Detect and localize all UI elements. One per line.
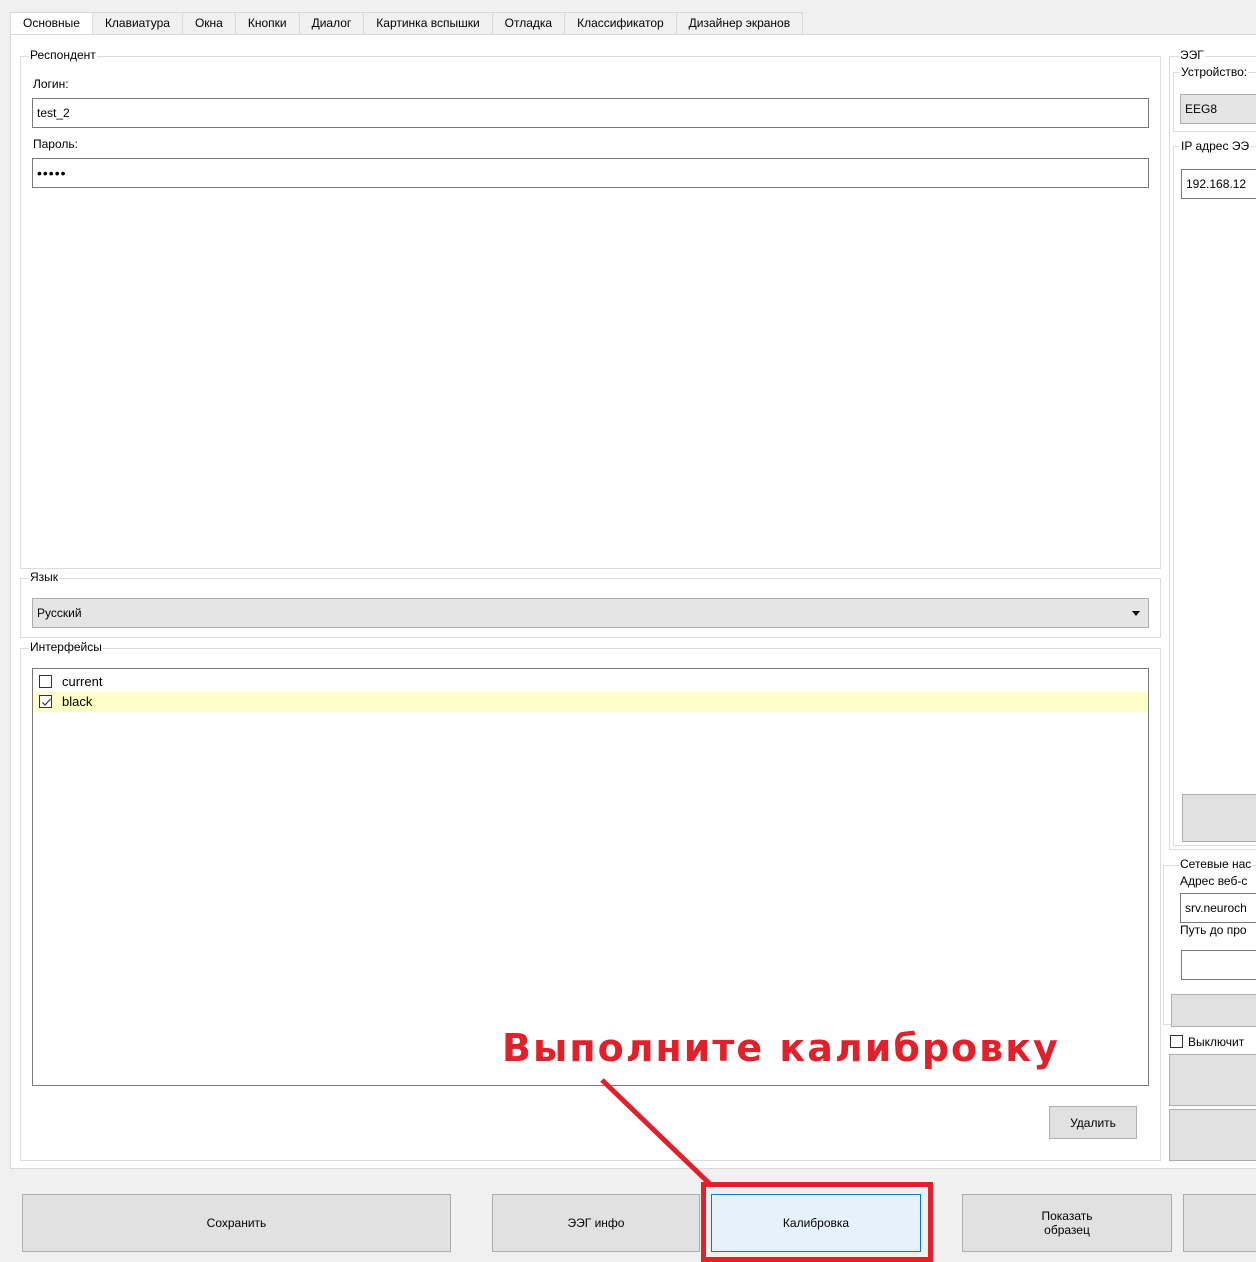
interfaces-legend: Интерфейсы (29, 640, 103, 654)
delete-button[interactable]: Удалить (1049, 1106, 1137, 1139)
tab-bar: Основные Клавиатура Окна Кнопки Диалог К… (10, 12, 804, 36)
device-select[interactable]: EEG8 (1180, 94, 1256, 124)
tab-keyboard[interactable]: Клавиатура (91, 12, 183, 35)
login-field[interactable]: test_2 (32, 98, 1149, 128)
list-item-current[interactable]: current (34, 672, 1147, 692)
tab-windows[interactable]: Окна (181, 12, 236, 35)
disable-checkbox[interactable]: Выключит (1169, 1034, 1256, 1050)
tab-debug[interactable]: Отладка (491, 12, 566, 35)
path-label: Путь до про (1179, 923, 1248, 937)
tab-flash-picture[interactable]: Картинка вспышки (363, 12, 493, 35)
respondent-group (20, 56, 1161, 569)
tab-screen-designer[interactable]: Дизайнер экранов (675, 12, 804, 35)
checkmark-icon (42, 698, 51, 706)
respondent-legend: Респондент (29, 48, 97, 62)
eeg-info-button[interactable]: ЭЭГ инфо (492, 1194, 700, 1252)
annotation-text: Выполните калибровку (502, 1026, 1060, 1070)
annotation-arrow (600, 1078, 714, 1188)
checkbox-box[interactable] (1170, 1035, 1183, 1048)
password-field[interactable]: ••••• (32, 158, 1149, 188)
web-address-field[interactable]: srv.neuroch (1180, 893, 1256, 923)
footer-extra-button[interactable] (1183, 1194, 1256, 1252)
web-address-label: Адрес веб-с (1179, 874, 1249, 888)
list-item-label: current (62, 674, 103, 689)
ip-label: IP адрес ЭЭ (1180, 139, 1251, 153)
calibration-highlight-box (701, 1182, 933, 1262)
device-label: Устройство: (1180, 65, 1249, 79)
list-item-label: black (62, 694, 93, 709)
show-sample-button[interactable]: Показать образец (962, 1194, 1172, 1252)
ip-subgroup (1173, 146, 1256, 846)
tab-classifier[interactable]: Классификатор (564, 12, 677, 35)
chevron-down-icon (1132, 611, 1140, 616)
ip-field[interactable]: 192.168.12 (1181, 169, 1256, 199)
interfaces-list[interactable]: current black (32, 668, 1149, 1086)
save-button[interactable]: Сохранить (22, 1194, 451, 1252)
checkbox-current[interactable] (39, 675, 52, 688)
login-label: Логин: (33, 77, 69, 91)
network-action-button[interactable] (1171, 994, 1256, 1027)
disable-checkbox-label: Выключит (1188, 1035, 1245, 1049)
tab-dialog[interactable]: Диалог (298, 12, 365, 35)
right-button-1[interactable] (1169, 1054, 1256, 1106)
checkbox-black[interactable] (39, 695, 52, 708)
password-label: Пароль: (33, 137, 78, 151)
tab-main[interactable]: Основные (10, 12, 93, 36)
eeg-legend: ЭЭГ (1179, 48, 1205, 62)
language-selected-value: Русский (37, 606, 82, 620)
language-select[interactable]: Русский (32, 598, 1149, 628)
eeg-action-button[interactable] (1182, 794, 1256, 842)
tab-buttons[interactable]: Кнопки (234, 12, 300, 35)
right-button-2[interactable] (1169, 1109, 1256, 1161)
language-legend: Язык (29, 570, 60, 584)
list-item-black[interactable]: black (34, 692, 1147, 712)
network-legend: Сетевые нас (1179, 857, 1253, 871)
path-field[interactable] (1181, 950, 1256, 980)
